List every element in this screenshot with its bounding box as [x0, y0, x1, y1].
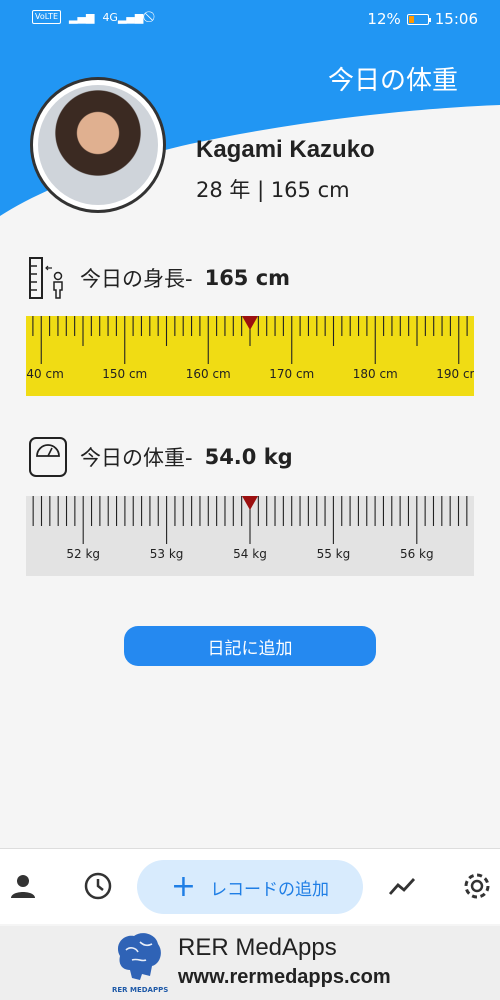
ruler-tick-label: 54 kg — [233, 547, 267, 561]
signal-icon: ▂▄▆ — [69, 10, 95, 24]
clock: 15:06 — [434, 10, 478, 28]
signal-4g-icon: 4G▂▄▆ — [102, 10, 144, 24]
volte-badge: VoLTE — [32, 10, 62, 24]
ruler-tick-label: 52 kg — [66, 547, 100, 561]
bottom-nav: + レコードの追加 — [0, 848, 500, 924]
ad-banner[interactable]: RER MEDAPPS RER MedApps www.rermedapps.c… — [0, 926, 500, 1000]
weight-ruler-scale: 52 kg 53 kg 54 kg 55 kg 56 kg — [32, 496, 468, 561]
ad-brand: RER MedApps — [178, 934, 337, 961]
ad-url[interactable]: www.rermedapps.com — [178, 966, 391, 989]
person-icon[interactable] — [8, 871, 38, 901]
profile-name: Kagami Kazuko — [196, 136, 375, 163]
trend-icon[interactable] — [387, 871, 417, 901]
page-title: 今日の体重 — [327, 66, 458, 96]
height-row: 今日の身長- 165 cm — [28, 256, 290, 300]
weight-value: 54.0 kg — [204, 445, 293, 469]
status-bar: VoLTE ▂▄▆ 4G▂▄▆ ⃠ 12% 15:06 — [0, 0, 500, 40]
ruler-tick-label: 160 cm — [186, 367, 231, 381]
history-icon[interactable] — [83, 871, 113, 901]
ruler-tick-label: 140 cm — [26, 367, 64, 381]
add-record-button[interactable]: + レコードの追加 — [137, 860, 363, 914]
plus-icon: + — [170, 869, 197, 904]
height-ruler-scale: 140 cm 150 cm 160 cm 170 cm 180 cm 190 cm — [26, 316, 474, 381]
weight-ruler[interactable]: 52 kg 53 kg 54 kg 55 kg 56 kg — [26, 496, 474, 576]
ruler-tick-label: 150 cm — [102, 367, 147, 381]
scale-icon — [29, 437, 67, 477]
height-label: 今日の身長- — [80, 267, 193, 291]
battery-icon — [406, 13, 431, 25]
ruler-tick-label: 53 kg — [150, 547, 184, 561]
avatar[interactable] — [30, 77, 166, 213]
ad-logo-text: RER MEDAPPS — [112, 986, 169, 994]
ruler-indicator — [242, 496, 258, 510]
ruler-indicator — [242, 316, 258, 330]
ruler-tick-label: 170 cm — [269, 367, 314, 381]
ruler-tick-label: 190 cm — [436, 367, 474, 381]
add-record-label: レコードの追加 — [210, 879, 330, 900]
ruler-tick-label: 55 kg — [317, 547, 351, 561]
add-to-diary-button[interactable]: 日記に追加 — [124, 626, 376, 666]
settings-icon[interactable] — [462, 871, 492, 901]
height-measure-icon — [29, 257, 63, 299]
weight-row: 今日の体重- 54.0 kg — [28, 436, 293, 478]
status-right: 12% 15:06 — [367, 10, 478, 28]
brain-logo-icon — [117, 933, 161, 980]
ruler-tick-label: 180 cm — [353, 367, 398, 381]
height-ruler[interactable]: 140 cm 150 cm 160 cm 170 cm 180 cm 190 cm — [26, 316, 474, 396]
height-value: 165 cm — [204, 266, 291, 290]
avatar-photo — [38, 85, 158, 205]
weight-label: 今日の体重- — [80, 446, 193, 470]
status-left: VoLTE ▂▄▆ 4G▂▄▆ ⃠ — [32, 10, 151, 24]
profile-meta: 28 年 | 165 cm — [196, 178, 350, 202]
battery-percent: 12% — [367, 10, 401, 28]
ruler-tick-label: 56 kg — [400, 547, 434, 561]
